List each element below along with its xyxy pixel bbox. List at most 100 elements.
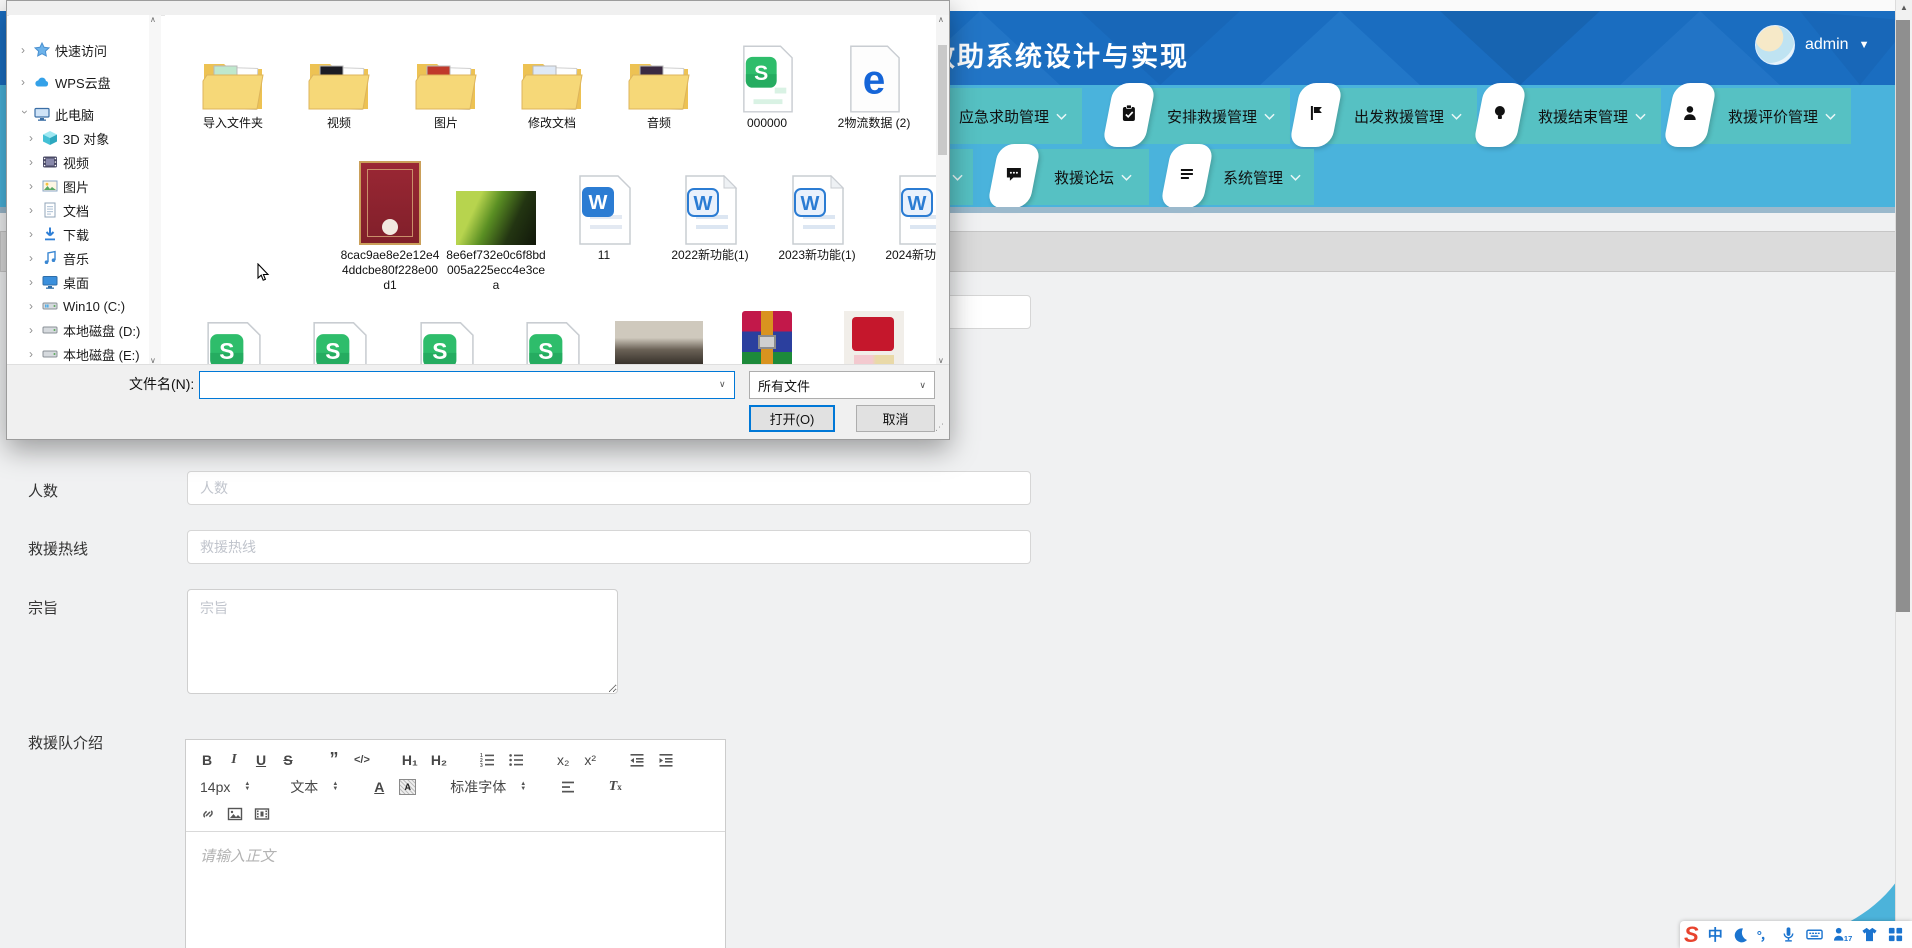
- bullet-list-icon[interactable]: [508, 752, 524, 768]
- open-button[interactable]: 打开(O): [749, 405, 835, 432]
- editor-body[interactable]: 请输入正文: [186, 832, 725, 879]
- font-family-dropdown[interactable]: 标准字体 ▲ ▼: [450, 777, 526, 797]
- blockquote-button[interactable]: ”: [327, 749, 341, 770]
- sidebar-item-pictures[interactable]: › 图片: [9, 175, 149, 197]
- bold-button[interactable]: B: [200, 752, 214, 768]
- renshu-input[interactable]: [187, 471, 1031, 505]
- file-item-audio-folder[interactable]: 音频: [606, 35, 712, 131]
- chevron-right-icon[interactable]: ›: [21, 75, 29, 89]
- file-item-interior-image[interactable]: [606, 321, 712, 365]
- sidebar-item-videos[interactable]: › 视频: [9, 151, 149, 173]
- file-list-scrollbar[interactable]: ∧ ∨: [936, 15, 949, 365]
- file-item-11[interactable]: 11: [551, 155, 657, 263]
- scroll-up-arrow-icon[interactable]: ∧: [150, 15, 156, 24]
- nav-item-depart-rescue[interactable]: 出发救援管理: [1288, 83, 1481, 147]
- chevron-right-icon[interactable]: ›: [29, 227, 37, 241]
- resize-grip[interactable]: ⋰: [935, 423, 945, 435]
- strikethrough-button[interactable]: S: [281, 752, 295, 768]
- sidebar-item-drive-e[interactable]: › 本地磁盘 (E:): [9, 343, 149, 365]
- toolbox-grid-icon[interactable]: [1887, 926, 1904, 943]
- link-icon[interactable]: [200, 806, 216, 822]
- indent-icon[interactable]: [658, 752, 674, 768]
- person-badge-icon[interactable]: [1832, 926, 1852, 943]
- file-item-spreadsheet[interactable]: [499, 309, 605, 365]
- file-item-car-image[interactable]: 8e6ef732e0c6f8bd005a225ecc4e3cea: [443, 155, 549, 293]
- underline-button[interactable]: U: [254, 752, 268, 768]
- sidebar-item-drive-c[interactable]: › Win10 (C:): [9, 295, 149, 317]
- sidebar-item-wps-cloud[interactable]: › WPS云盘: [9, 71, 149, 93]
- page-scrollbar-thumb[interactable]: [1896, 20, 1910, 612]
- scroll-up-arrow-icon[interactable]: ▲: [1900, 3, 1908, 12]
- scroll-up-arrow-icon[interactable]: ∧: [938, 15, 944, 24]
- chevron-right-icon[interactable]: ›: [29, 131, 37, 145]
- video-icon[interactable]: [254, 806, 270, 822]
- chevron-right-icon[interactable]: ›: [29, 251, 37, 265]
- punctuation-button[interactable]: °，: [1757, 925, 1773, 944]
- heading1-button[interactable]: H₁: [402, 752, 418, 768]
- chevron-right-icon[interactable]: ›: [29, 323, 37, 337]
- filetype-select[interactable]: 所有文件 ∨: [749, 371, 935, 399]
- chevron-right-icon[interactable]: ›: [29, 203, 37, 217]
- image-icon[interactable]: [227, 806, 243, 822]
- file-item-spreadsheet[interactable]: [286, 309, 392, 365]
- sidebar-item-3d-objects[interactable]: › 3D 对象: [9, 127, 149, 149]
- keyboard-icon[interactable]: [1806, 926, 1823, 943]
- hotline-input[interactable]: [187, 530, 1031, 564]
- sidebar-item-documents[interactable]: › 文档: [9, 199, 149, 221]
- file-item-000000[interactable]: 000000: [714, 35, 820, 131]
- sidebar-item-quick-access[interactable]: › 快速访问: [9, 39, 149, 61]
- ime-mode-button[interactable]: 中: [1708, 924, 1723, 945]
- nav-item-arrange-rescue[interactable]: 安排救援管理: [1101, 83, 1294, 147]
- avatar[interactable]: [1755, 25, 1795, 65]
- heading2-button[interactable]: H₂: [431, 752, 447, 768]
- text-color-button[interactable]: A: [372, 779, 386, 795]
- zongzhi-textarea[interactable]: [187, 589, 618, 694]
- chevron-right-icon[interactable]: ›: [29, 179, 37, 193]
- ordered-list-icon[interactable]: [479, 752, 495, 768]
- nav-item-rescue-finish[interactable]: 救援结束管理: [1472, 83, 1665, 147]
- skin-shirt-icon[interactable]: [1861, 926, 1878, 943]
- file-item-archive[interactable]: [714, 311, 820, 365]
- file-item-2022[interactable]: 2022新功能(1): [657, 155, 763, 263]
- align-icon[interactable]: [560, 779, 576, 795]
- chevron-right-icon[interactable]: ›: [29, 275, 37, 289]
- chevron-expanded-icon[interactable]: ›: [18, 110, 32, 118]
- sidebar-item-music[interactable]: › 音乐: [9, 247, 149, 269]
- code-block-button[interactable]: </>: [354, 754, 370, 766]
- sidebar-item-desktop[interactable]: › 桌面: [9, 271, 149, 293]
- file-item-logistics-data[interactable]: 2物流数据 (2): [821, 35, 927, 131]
- filename-input[interactable]: [199, 371, 735, 399]
- file-item-import-folder[interactable]: 导入文件夹: [180, 35, 286, 131]
- chevron-right-icon[interactable]: ›: [21, 43, 29, 57]
- chevron-right-icon[interactable]: ›: [29, 155, 37, 169]
- chevron-right-icon[interactable]: ›: [29, 347, 37, 361]
- font-size-dropdown[interactable]: 14px ▲ ▼: [200, 779, 250, 795]
- sidebar-item-downloads[interactable]: › 下载: [9, 223, 149, 245]
- nav-item-rescue-evaluation[interactable]: 救援评价管理: [1662, 83, 1855, 147]
- background-color-icon[interactable]: A: [399, 778, 417, 795]
- italic-button[interactable]: I: [227, 752, 241, 768]
- clear-format-button[interactable]: Tx: [608, 779, 622, 795]
- file-item-spreadsheet[interactable]: [180, 309, 286, 365]
- fullwidth-moon-icon[interactable]: [1732, 927, 1748, 943]
- outdent-icon[interactable]: [629, 752, 645, 768]
- nav-item-system-management[interactable]: 系统管理: [1159, 144, 1318, 208]
- cancel-button[interactable]: 取消: [856, 405, 935, 432]
- file-item-video-folder[interactable]: 视频: [286, 35, 392, 131]
- sidebar-item-drive-d[interactable]: › 本地磁盘 (D:): [9, 319, 149, 341]
- file-item-2024[interactable]: 2024新功能(2): [871, 155, 937, 263]
- file-item-picture-folder[interactable]: 图片: [393, 35, 499, 131]
- microphone-icon[interactable]: [1780, 926, 1797, 943]
- paragraph-style-dropdown[interactable]: 文本 ▲ ▼: [290, 777, 338, 797]
- sidebar-item-this-pc[interactable]: › 此电脑: [9, 103, 149, 125]
- chevron-right-icon[interactable]: ›: [29, 299, 37, 313]
- scrollbar-thumb[interactable]: [938, 45, 947, 155]
- nav-item-rescue-forum[interactable]: 救援论坛: [986, 144, 1153, 208]
- subscript-button[interactable]: x₂: [556, 752, 570, 768]
- user-menu[interactable]: admin ▼: [1755, 25, 1869, 65]
- file-item-gift-image[interactable]: [821, 311, 927, 365]
- sogou-logo[interactable]: S: [1684, 922, 1699, 948]
- chevron-down-icon[interactable]: ∨: [719, 379, 726, 390]
- file-item-cert-image[interactable]: 8cac9ae8e2e12e44ddcbe80f228e00d1: [337, 155, 443, 293]
- tree-scrollbar[interactable]: ∧ ∨: [149, 15, 161, 365]
